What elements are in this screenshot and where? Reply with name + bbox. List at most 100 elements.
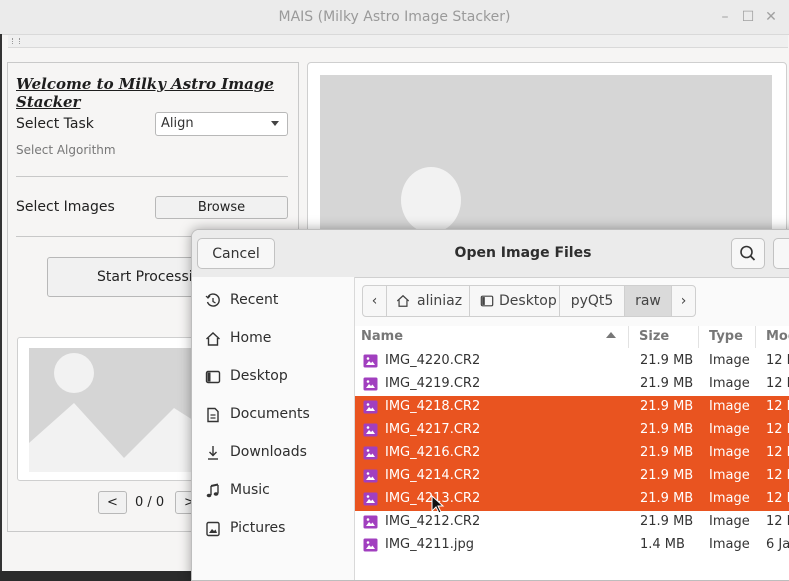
file-modified: 12 N	[766, 422, 789, 437]
home-icon	[206, 332, 220, 346]
sidebar-item-label: Downloads	[230, 444, 307, 460]
file-type: Image	[709, 376, 750, 391]
image-file-icon	[363, 492, 378, 506]
browse-button[interactable]: Browse	[155, 196, 288, 219]
sidebar-item-label: Home	[230, 330, 272, 346]
picture-icon	[206, 521, 220, 537]
path-back-button[interactable]: ‹	[362, 285, 387, 317]
file-modified: 12 N	[766, 514, 789, 529]
toolbar-handle[interactable]	[8, 34, 788, 48]
file-name: IMG_4212.CR2	[385, 514, 481, 529]
path-item-label: Desktop	[499, 293, 557, 309]
file-list: Name Size Type Mod IMG_4220.CR2 21.9 MB Im…	[355, 326, 789, 580]
file-row[interactable]: IMG_4211.jpg 1.4 MB Image 6 Ja	[355, 534, 789, 557]
file-row[interactable]: IMG_4219.CR2 21.9 MB Image 12 N	[355, 373, 789, 396]
file-name: IMG_4214.CR2	[385, 468, 481, 483]
sidebar-item-pictures[interactable]: Pictures	[192, 510, 354, 548]
image-file-icon	[363, 400, 378, 414]
desktop-icon	[480, 295, 494, 307]
image-file-icon	[363, 423, 378, 437]
path-item-raw[interactable]: raw	[624, 285, 672, 317]
file-modified: 12 N	[766, 468, 789, 483]
column-header-modified[interactable]: Mod	[766, 326, 789, 348]
task-select[interactable]: Align	[155, 112, 288, 136]
file-type: Image	[709, 445, 750, 460]
select-algorithm-label: Select Algorithm	[16, 143, 116, 157]
path-item-desktop[interactable]: Desktop	[469, 285, 560, 317]
search-icon	[740, 245, 756, 261]
task-select-value: Align	[161, 116, 194, 131]
file-modified: 12 N	[766, 445, 789, 460]
sidebar-item-recent[interactable]: Recent	[192, 282, 354, 320]
path-item-label: aliniaz	[417, 293, 463, 309]
column-header-type[interactable]: Type	[709, 326, 743, 348]
file-modified: 12 N	[766, 399, 789, 414]
file-name: IMG_4219.CR2	[385, 376, 481, 391]
sidebar-item-downloads[interactable]: Downloads	[192, 434, 354, 472]
file-name: IMG_4216.CR2	[385, 445, 481, 460]
file-row[interactable]: IMG_4214.CR2 21.9 MB Image 12 N	[355, 465, 789, 488]
column-header-name[interactable]: Name	[361, 326, 403, 348]
file-type: Image	[709, 468, 750, 483]
file-modified: 12 N	[766, 353, 789, 368]
dialog-header: Cancel Open Image Files	[192, 230, 789, 278]
path-item-home[interactable]: aliniaz	[386, 285, 470, 317]
file-row[interactable]: IMG_4220.CR2 21.9 MB Image 12 N	[355, 350, 789, 373]
image-file-icon	[363, 469, 378, 483]
select-images-label: Select Images	[16, 199, 115, 215]
sidebar-item-music[interactable]: Music	[192, 472, 354, 510]
file-row[interactable]: IMG_4213.CR221.9 MBImage12 N	[355, 488, 789, 511]
file-type: Image	[709, 537, 750, 552]
image-file-icon	[363, 377, 378, 391]
file-name: IMG_4220.CR2	[385, 353, 481, 368]
sidebar-item-label: Music	[230, 482, 270, 498]
mouse-cursor-icon	[431, 495, 445, 514]
sidebar-item-label: Desktop	[230, 368, 288, 384]
file-size: 21.9 MB	[640, 468, 694, 483]
file-name: IMG_4211.jpg	[385, 537, 474, 552]
path-forward-button[interactable]: ›	[671, 285, 696, 317]
file-type: Image	[709, 353, 750, 368]
minimize-icon[interactable]: –	[716, 8, 734, 26]
sidebar-item-documents[interactable]: Documents	[192, 396, 354, 434]
image-counter: 0 / 0	[135, 495, 165, 510]
file-name: IMG_4218.CR2	[385, 399, 481, 414]
file-modified: 6 Ja	[766, 537, 789, 552]
maximize-icon[interactable]: ☐	[739, 8, 757, 26]
image-file-icon	[363, 515, 378, 529]
window-edge	[0, 34, 2, 571]
music-icon	[206, 483, 219, 498]
sidebar-item-desktop[interactable]: Desktop	[192, 358, 354, 396]
previous-image-button[interactable]: <	[98, 491, 127, 514]
file-row[interactable]: IMG_4212.CR2 21.9 MB Image 12 N	[355, 511, 789, 534]
file-row[interactable]: IMG_4218.CR2 21.9 MB Image 12 N	[355, 396, 789, 419]
path-item-pyqt5[interactable]: pyQt5	[559, 285, 625, 317]
file-size: 21.9 MB	[640, 399, 694, 414]
open-button[interactable]	[773, 238, 789, 269]
column-header-size[interactable]: Size	[639, 326, 669, 348]
file-row[interactable]: IMG_4216.CR2 21.9 MB Image 12 N	[355, 442, 789, 465]
file-size: 21.9 MB	[640, 514, 694, 529]
file-modified: 12 N	[766, 376, 789, 391]
dialog-title: Open Image Files	[454, 245, 592, 261]
file-size: 21.9 MB	[640, 445, 694, 460]
file-type: Image	[709, 491, 750, 506]
sidebar-item-home[interactable]: Home	[192, 320, 354, 358]
document-icon	[207, 407, 219, 423]
clock-icon	[205, 293, 220, 307]
file-row[interactable]: IMG_4217.CR2 21.9 MB Image 12 N	[355, 419, 789, 442]
file-size: 21.9 MB	[640, 376, 694, 391]
window-title: MAIS (Milky Astro Image Stacker)	[278, 9, 511, 25]
close-icon[interactable]: ✕	[762, 8, 780, 26]
file-modified: 12 N	[766, 491, 789, 506]
download-icon	[208, 446, 218, 460]
sidebar-item-label: Pictures	[230, 520, 286, 536]
file-size: 21.9 MB	[640, 353, 694, 368]
file-type: Image	[709, 514, 750, 529]
sidebar-item-label: Recent	[230, 292, 279, 308]
image-file-icon	[363, 354, 378, 368]
title-bar: MAIS (Milky Astro Image Stacker) – ☐ ✕	[0, 0, 789, 35]
welcome-heading: Welcome to Milky Astro Image Stacker	[16, 75, 274, 111]
search-button[interactable]	[731, 238, 765, 269]
file-size: 21.9 MB	[640, 422, 694, 437]
